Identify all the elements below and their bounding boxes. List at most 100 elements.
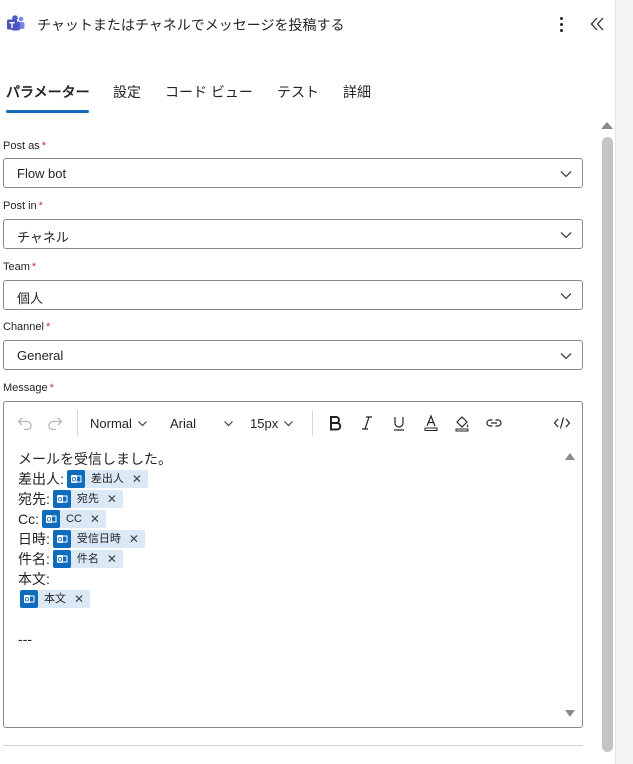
redo-button[interactable] — [46, 413, 64, 433]
required-marker: * — [45, 321, 51, 333]
message-line — [18, 609, 558, 629]
remove-token-icon[interactable]: ✕ — [107, 549, 117, 569]
panel-scrollbar-thumb[interactable] — [602, 137, 613, 752]
panel-header: チャットまたはチャネルでメッセージを投稿する — [0, 0, 615, 48]
message-text: メールを受信しました。 — [18, 451, 172, 467]
outlook-icon: O — [20, 590, 38, 608]
more-dot — [559, 22, 563, 26]
insert-link-button[interactable] — [485, 413, 503, 433]
editor-scroll-down-icon[interactable] — [564, 709, 576, 719]
dynamic-content-token[interactable]: O CC ✕ — [42, 510, 106, 528]
code-icon — [553, 417, 571, 429]
required-marker: * — [49, 382, 54, 394]
tab-test[interactable]: テスト — [277, 82, 319, 102]
tab-parameters[interactable]: パラメーター — [6, 82, 90, 102]
token-label: 件名 — [76, 553, 99, 565]
body-label: 本文: — [18, 571, 50, 587]
post-as-label-text: Post as — [3, 140, 40, 152]
svg-text:O: O — [58, 498, 63, 504]
post-as-dropdown[interactable]: Flow bot — [3, 158, 583, 188]
double-chevron-left-icon[interactable] — [587, 13, 609, 35]
bold-icon — [330, 416, 342, 431]
section-divider — [3, 745, 583, 746]
scroll-up-arrow-icon[interactable] — [599, 119, 615, 131]
from-label: 差出人: — [18, 471, 64, 487]
team-value: 個人 — [17, 291, 44, 306]
team-dropdown[interactable]: 個人 — [3, 280, 583, 310]
tab-details[interactable]: 詳細 — [343, 82, 371, 102]
channel-label: Channel * — [3, 321, 50, 333]
svg-text:O: O — [58, 538, 63, 544]
channel-value: General — [17, 348, 64, 363]
italic-icon — [362, 416, 372, 430]
remove-token-icon[interactable]: ✕ — [74, 589, 84, 609]
editor-scroll-up-icon[interactable] — [564, 451, 576, 461]
toolbar-divider — [77, 410, 78, 436]
message-label: Message * — [3, 382, 54, 394]
dynamic-content-token[interactable]: O 本文 ✕ — [20, 589, 91, 609]
font-size-value: 15px — [250, 415, 279, 431]
post-in-dropdown[interactable]: チャネル — [3, 219, 583, 249]
chevron-down-icon — [284, 420, 294, 426]
svg-text:O: O — [47, 518, 52, 524]
underline-icon — [394, 417, 404, 431]
remove-token-icon[interactable]: ✕ — [129, 529, 139, 549]
token-label: 差出人 — [90, 473, 124, 485]
dynamic-content-token[interactable]: O 宛先 ✕ — [52, 489, 123, 509]
bold-button[interactable] — [326, 413, 344, 433]
teams-icon — [7, 15, 25, 31]
channel-label-text: Channel — [3, 321, 44, 333]
post-as-value: Flow bot — [17, 166, 67, 181]
message-line: 件名: O 件名 ✕ — [18, 549, 558, 569]
message-line: Cc: O CC ✕ — [18, 509, 558, 529]
font-family-dropdown[interactable]: Arial — [170, 413, 234, 433]
font-family-value: Arial — [170, 415, 197, 431]
remove-token-icon[interactable]: ✕ — [132, 469, 142, 489]
channel-dropdown[interactable]: General — [3, 340, 583, 370]
font-color-icon — [424, 414, 438, 431]
italic-button[interactable] — [358, 413, 376, 433]
highlight-color-button[interactable] — [453, 413, 471, 433]
active-tab-indicator — [6, 110, 89, 113]
remove-token-icon[interactable]: ✕ — [107, 489, 117, 509]
required-marker: * — [38, 200, 43, 212]
paragraph-style-dropdown[interactable]: Normal — [90, 413, 148, 433]
date-label: 日時: — [18, 531, 50, 547]
to-label: 宛先: — [18, 491, 50, 507]
outlook-icon: O — [52, 530, 71, 548]
required-marker: * — [31, 261, 37, 273]
message-line: 日時: O 受信日時 ✕ — [18, 529, 558, 549]
remove-token-icon[interactable]: ✕ — [90, 509, 100, 529]
code-view-button[interactable] — [553, 413, 571, 433]
font-color-button[interactable] — [422, 413, 440, 433]
dynamic-content-token[interactable]: O 受信日時 ✕ — [52, 529, 145, 549]
message-line: 本文: — [18, 569, 558, 589]
message-line: メールを受信しました。 — [18, 449, 558, 469]
separator-text: --- — [18, 631, 32, 647]
svg-text:O: O — [25, 598, 30, 604]
message-label-text: Message — [3, 382, 48, 394]
chevron-down-icon — [560, 353, 572, 360]
undo-icon — [17, 417, 32, 431]
dynamic-content-token[interactable]: O 件名 ✕ — [52, 549, 123, 569]
chevron-down-icon — [560, 293, 572, 300]
underline-button[interactable] — [390, 413, 408, 433]
outlook-icon: O — [42, 510, 60, 528]
post-in-value: チャネル — [17, 230, 69, 245]
font-size-dropdown[interactable]: 15px — [250, 413, 294, 433]
more-options-button[interactable] — [552, 13, 570, 35]
editor-toolbar: Normal Arial 15px — [4, 402, 582, 442]
tab-settings[interactable]: 設定 — [113, 82, 141, 102]
editor-content[interactable]: メールを受信しました。 差出人: O 差出人 ✕ 宛先: O 宛先 ✕ Cc: … — [18, 449, 558, 649]
link-icon — [486, 419, 502, 427]
toolbar-divider — [312, 410, 313, 436]
message-line: 宛先: O 宛先 ✕ — [18, 489, 558, 509]
subject-label: 件名: — [18, 551, 50, 567]
token-label: 本文 — [44, 593, 66, 605]
message-editor[interactable]: Normal Arial 15px メールを受信しました。 差出人: O 差出人… — [3, 401, 583, 728]
more-vertical-icon — [559, 16, 563, 20]
tab-code-view[interactable]: コード ビュー — [165, 82, 253, 102]
dynamic-content-token[interactable]: O 差出人 ✕ — [66, 469, 148, 489]
paragraph-style-value: Normal — [90, 415, 132, 431]
undo-button[interactable] — [16, 413, 34, 433]
